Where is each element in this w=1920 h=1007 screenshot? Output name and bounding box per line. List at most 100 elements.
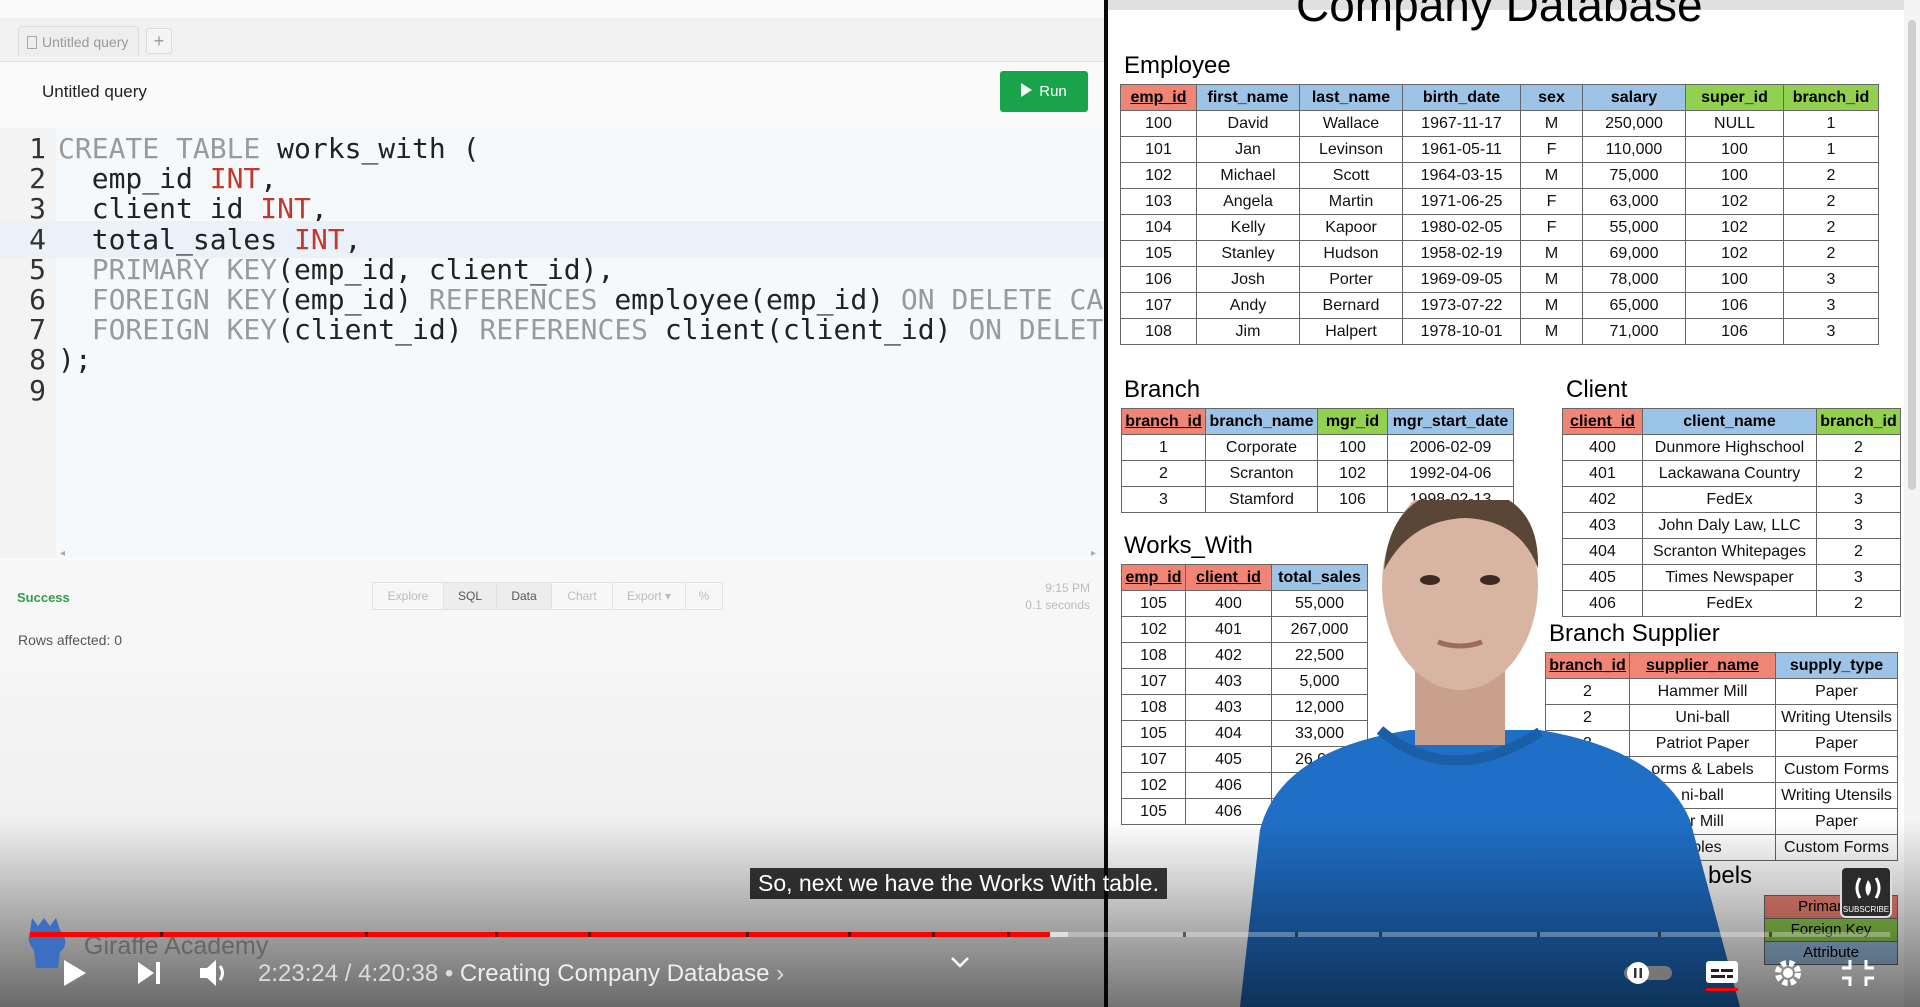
branch-table: branch_id branch_name mgr_id mgr_start_date… xyxy=(1121,408,1514,513)
subscribe-button[interactable]: SUBSCRIBE xyxy=(1840,866,1892,918)
table-cell: Stanley xyxy=(1196,240,1300,267)
play-button[interactable] xyxy=(54,948,94,998)
result-view-button[interactable]: Chart xyxy=(551,582,613,610)
code-line[interactable]: 9 xyxy=(0,372,1104,409)
column-header: salary xyxy=(1582,84,1686,111)
table-cell: 108 xyxy=(1121,694,1186,721)
autoplay-toggle[interactable] xyxy=(1620,948,1676,998)
volume-icon xyxy=(200,960,216,986)
exit-fullscreen-button[interactable] xyxy=(1838,948,1878,998)
result-view-button[interactable]: Export ▾ xyxy=(612,582,686,610)
column-header: sex xyxy=(1520,84,1583,111)
exit-fullscreen-icon xyxy=(1842,960,1874,986)
result-view-button[interactable]: Explore xyxy=(372,582,444,610)
subscribe-label: SUBSCRIBE xyxy=(1842,905,1890,914)
table-cell: 2 xyxy=(1816,538,1901,565)
table-cell: 102 xyxy=(1685,188,1784,215)
table-cell: M xyxy=(1520,240,1583,267)
table-cell: 1978-10-01 xyxy=(1402,318,1521,345)
table-cell: F xyxy=(1520,188,1583,215)
table-cell: 105 xyxy=(1121,590,1186,617)
table-cell: 102 xyxy=(1120,162,1197,189)
database-title: Company Database xyxy=(1296,0,1703,31)
table-cell: 106 xyxy=(1685,292,1784,319)
table-row: 106 Josh Porter 1969-09-05 M 78,000 100 3 xyxy=(1120,266,1879,293)
table-cell: 1967-11-17 xyxy=(1402,110,1521,137)
video-player[interactable]: Untitled query + Untitled query Run 1 CRE… xyxy=(0,0,1920,1007)
table-cell: Hudson xyxy=(1299,240,1403,267)
table-cell: 1 xyxy=(1783,136,1879,163)
table-cell: 100 xyxy=(1120,110,1197,137)
table-cell: 78,000 xyxy=(1582,266,1686,293)
table-header-row: branch_id branch_name mgr_id mgr_start_date xyxy=(1121,408,1514,435)
table-cell: 2 xyxy=(1816,434,1901,461)
table-cell: 3 xyxy=(1783,318,1879,345)
scrollbar-thumb[interactable] xyxy=(1908,20,1916,490)
table-row: 103 Angela Martin 1971-06-25 F 63,000 102 2 xyxy=(1120,188,1879,215)
column-header: client_id xyxy=(1562,408,1643,435)
table-cell: Kelly xyxy=(1196,214,1300,241)
result-view-button[interactable]: % xyxy=(685,582,723,610)
column-header: emp_id xyxy=(1120,84,1197,111)
captions-button[interactable] xyxy=(1702,948,1742,998)
table-cell: 401 xyxy=(1562,460,1643,487)
query-title: Untitled query xyxy=(42,82,147,101)
table-cell: Dunmore Highschool xyxy=(1642,434,1817,461)
table-cell: 3 xyxy=(1816,512,1901,539)
progress-bar[interactable] xyxy=(30,932,1890,937)
result-view-button[interactable]: Data xyxy=(496,582,552,610)
column-header: supply_type xyxy=(1775,652,1898,679)
column-header: first_name xyxy=(1196,84,1300,111)
column-header: branch_id xyxy=(1121,408,1206,435)
result-view-button[interactable]: SQL xyxy=(443,582,497,610)
table-cell: 102 xyxy=(1317,460,1388,487)
table-cell: 102 xyxy=(1121,616,1186,643)
query-tab[interactable]: Untitled query xyxy=(18,26,140,56)
column-header: birth_date xyxy=(1402,84,1521,111)
table-header-row: emp_id first_name last_name birth_date sex sa… xyxy=(1120,84,1879,111)
table-cell: 102 xyxy=(1685,214,1784,241)
table-cell: 107 xyxy=(1120,292,1197,319)
chapter-title[interactable]: Creating Company Database xyxy=(460,960,770,987)
presenter-eye-right xyxy=(1480,575,1500,585)
chapter-marker xyxy=(1378,932,1382,937)
horizontal-scrollbar[interactable]: ◂ ▸ xyxy=(56,548,1100,559)
subtitle-caption: So, next we have the Works With table. xyxy=(750,868,1167,899)
code-editor[interactable]: 1 CREATE TABLE works_with (2 emp_id INT, 3… xyxy=(0,128,1104,559)
run-button[interactable]: Run xyxy=(1000,71,1088,112)
chevron-down-icon[interactable] xyxy=(948,938,972,988)
scroll-right-icon[interactable]: ▸ xyxy=(1091,548,1096,559)
chevron-right-icon: › xyxy=(776,960,785,987)
total-duration: 4:20:38 xyxy=(358,960,439,987)
table-cell: 2 xyxy=(1783,188,1879,215)
table-cell: 3 xyxy=(1783,266,1879,293)
chapter-marker xyxy=(1183,932,1187,937)
next-button[interactable] xyxy=(132,948,168,998)
add-tab-button[interactable]: + xyxy=(146,28,172,54)
mute-button[interactable] xyxy=(196,948,232,998)
table-cell: 3 xyxy=(1783,292,1879,319)
column-header: last_name xyxy=(1299,84,1403,111)
table-cell: 104 xyxy=(1120,214,1197,241)
settings-button[interactable] xyxy=(1768,948,1808,998)
table-row: 100 David Wallace 1967-11-17 M 250,000 NULL 1 xyxy=(1120,110,1879,137)
table-cell: M xyxy=(1520,318,1583,345)
query-status: Success xyxy=(17,590,70,605)
progress-played xyxy=(30,932,1051,937)
table-cell: Writing Utensils xyxy=(1775,782,1898,809)
query-tab-label: Untitled query xyxy=(42,34,129,50)
line-number: 9 xyxy=(29,373,46,407)
scroll-left-icon[interactable]: ◂ xyxy=(60,548,65,559)
play-icon xyxy=(64,960,86,986)
column-header: mgr_id xyxy=(1317,408,1388,435)
chapter-marker xyxy=(848,932,852,937)
column-header: super_id xyxy=(1685,84,1784,111)
table-cell: M xyxy=(1520,292,1583,319)
table-cell: M xyxy=(1520,162,1583,189)
player-controls: 2:23:24 / 4:20:38 • Creating Company Dat… xyxy=(0,948,1920,998)
table-row: 400 Dunmore Highschool 2 xyxy=(1562,434,1901,461)
table-cell: 1992-04-06 xyxy=(1387,460,1514,487)
run-button-label: Run xyxy=(1039,83,1067,100)
table-cell: Paper xyxy=(1775,730,1898,757)
time-display[interactable]: 2:23:24 / 4:20:38 • Creating Company Dat… xyxy=(258,960,784,988)
